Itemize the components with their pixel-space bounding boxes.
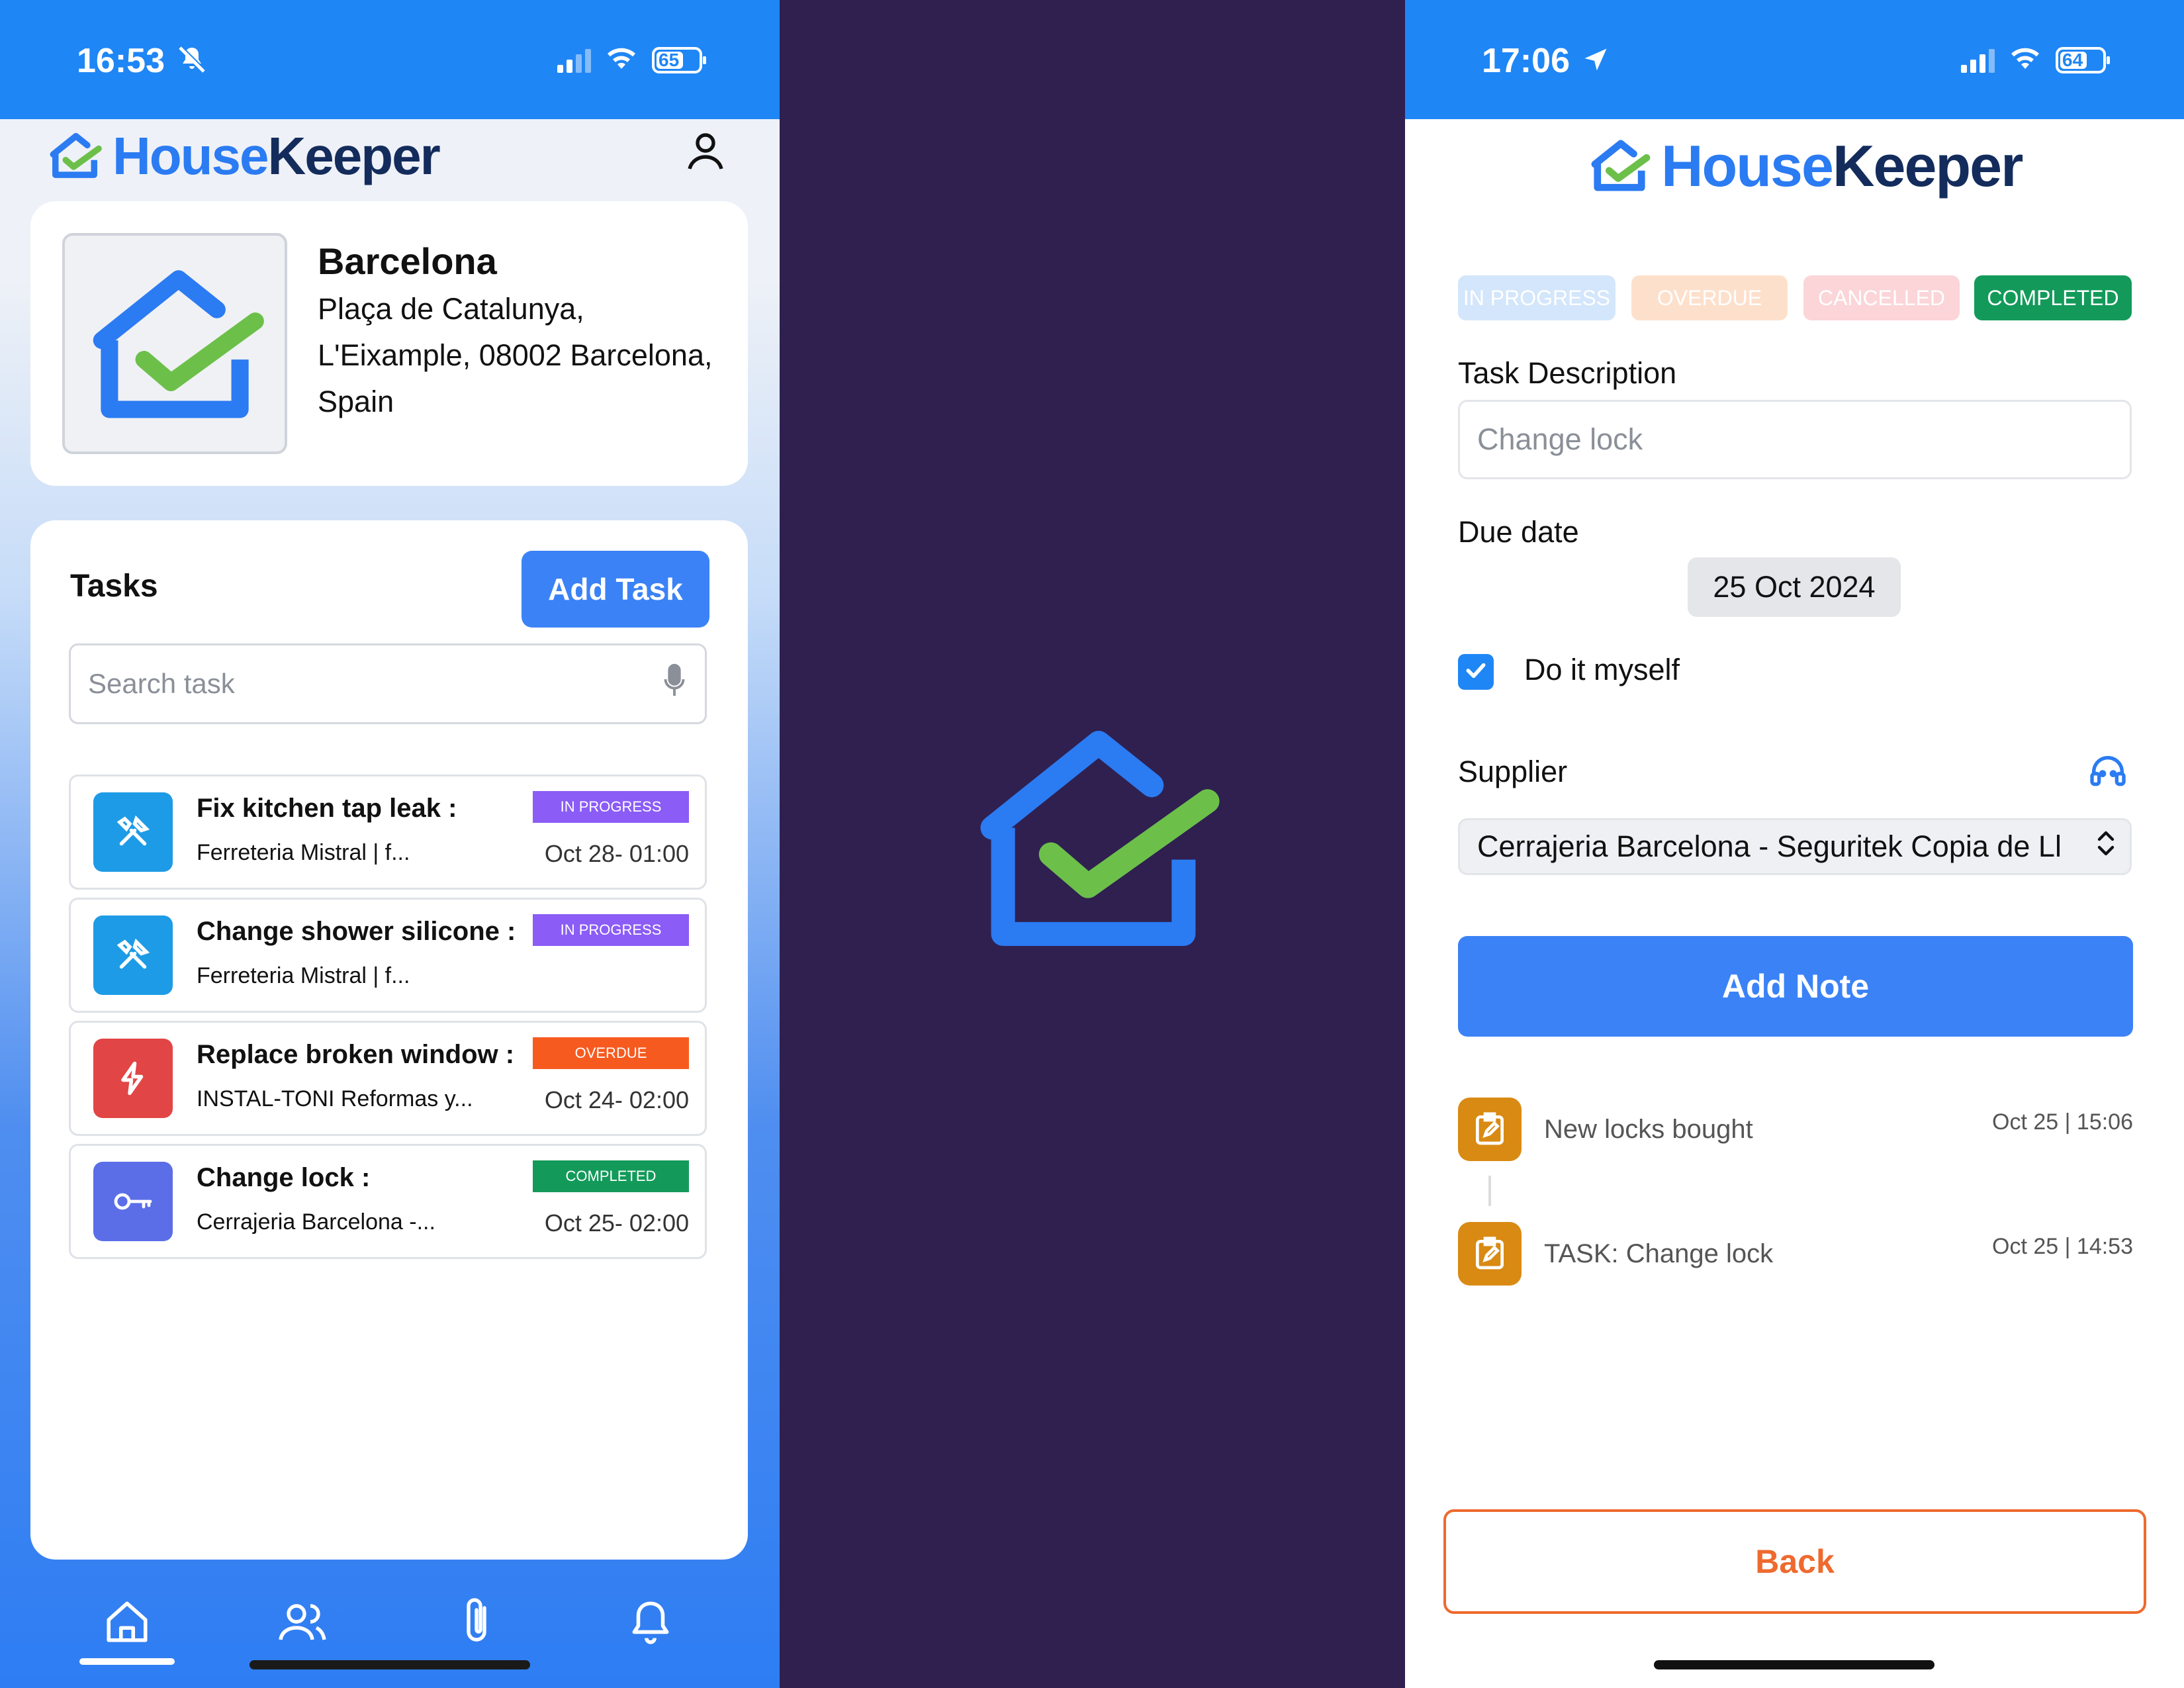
task-name: Change lock :	[197, 1163, 371, 1192]
brand-part2: Keeper	[1832, 133, 2023, 199]
task-row[interactable]: Fix kitchen tap leak : Ferreteria Mistra…	[69, 774, 707, 890]
due-date-value: 25 Oct 2024	[1713, 570, 1876, 604]
property-image	[62, 233, 287, 454]
note-edit-icon	[1458, 1098, 1522, 1161]
filter-cancelled[interactable]: CANCELLED	[1803, 275, 1960, 320]
nav-users-icon[interactable]	[273, 1592, 332, 1652]
tools-icon	[93, 915, 173, 995]
status-badge: OVERDUE	[533, 1037, 689, 1069]
filter-completed[interactable]: COMPLETED	[1974, 275, 2132, 320]
task-name: Fix kitchen tap leak :	[197, 794, 457, 823]
add-task-button[interactable]: Add Task	[522, 551, 709, 628]
nav-bell-icon[interactable]	[621, 1592, 680, 1652]
house-check-icon	[79, 259, 271, 428]
brand-part1: House	[113, 126, 269, 185]
supplier-value: Cerrajeria Barcelona - Seguritek Copia d…	[1477, 829, 2062, 863]
back-button[interactable]: Back	[1443, 1509, 2146, 1614]
property-card[interactable]: Barcelona Plaça de Catalunya, L'Eixample…	[30, 201, 748, 486]
supplier-label: Supplier	[1458, 755, 1568, 788]
app-logo: HouseKeeper	[46, 126, 441, 187]
task-date: Oct 28- 01:00	[544, 840, 689, 867]
status-time: 16:53	[77, 42, 165, 80]
task-name: Replace broken window :	[197, 1040, 515, 1069]
address-line: Spain	[318, 385, 394, 418]
add-note-button[interactable]: Add Note	[1458, 936, 2133, 1037]
house-check-icon	[1587, 137, 1652, 196]
key-icon	[93, 1162, 173, 1241]
address-line: L'Eixample, 08002 Barcelona,	[318, 338, 713, 372]
bottom-nav	[0, 1559, 780, 1688]
silent-bell-icon	[176, 44, 208, 79]
note-item[interactable]: New locks bought Oct 25 | 15:06	[1458, 1098, 2133, 1164]
due-date-label: Due date	[1458, 515, 1579, 549]
task-description-value: Change lock	[1477, 422, 1643, 456]
task-supplier: Cerrajeria Barcelona -...	[197, 1209, 435, 1235]
filter-in-progress[interactable]: IN PROGRESS	[1458, 275, 1615, 320]
status-bar: 17:06 64	[1405, 0, 2184, 119]
task-date: Oct 24- 02:00	[544, 1086, 689, 1113]
task-row[interactable]: Replace broken window : INSTAL-TONI Refo…	[69, 1021, 707, 1136]
app-logo: HouseKeeper	[1587, 132, 2023, 200]
due-date-picker[interactable]: 25 Oct 2024	[1688, 557, 1901, 617]
nav-home-icon[interactable]	[97, 1592, 157, 1652]
task-row[interactable]: Change shower silicone : Ferreteria Mist…	[69, 898, 707, 1013]
task-supplier: Ferreteria Mistral | f...	[197, 963, 410, 988]
splash-screen	[780, 0, 1405, 1688]
status-badge: IN PROGRESS	[533, 914, 689, 946]
property-address: Plaça de Catalunya, L'Eixample, 08002 Ba…	[318, 286, 741, 425]
microphone-icon[interactable]	[661, 663, 688, 705]
wifi-icon	[2008, 45, 2042, 75]
timeline-connector	[1488, 1176, 1491, 1206]
task-detail-screen: 17:06 64 HouseKeeper IN PROGRESS OVERDUE…	[1405, 0, 2184, 1688]
task-description-input[interactable]: Change lock	[1458, 400, 2132, 479]
signal-icon	[1961, 48, 1995, 73]
property-name: Barcelona	[318, 240, 497, 282]
brand-part1: House	[1661, 133, 1834, 199]
checkmark-icon	[1463, 657, 1489, 687]
battery-icon: 65	[652, 46, 706, 73]
search-input[interactable]: Search task	[69, 643, 707, 724]
home-indicator	[250, 1660, 530, 1669]
address-line: Plaça de Catalunya,	[318, 292, 584, 326]
lightning-icon	[93, 1039, 173, 1118]
task-row[interactable]: Change lock : Cerrajeria Barcelona -... …	[69, 1144, 707, 1259]
task-name: Change shower silicone :	[197, 917, 516, 946]
note-time: Oct 25 | 14:53	[1992, 1234, 2133, 1259]
note-time: Oct 25 | 15:06	[1992, 1109, 2133, 1135]
home-indicator	[1654, 1660, 1934, 1669]
profile-icon[interactable]	[682, 127, 729, 178]
home-screen: 16:53 65 HouseKeeper Barcelona Plaça de …	[0, 0, 780, 1688]
filter-overdue[interactable]: OVERDUE	[1631, 275, 1788, 320]
note-edit-icon	[1458, 1222, 1522, 1286]
house-check-icon	[954, 722, 1232, 953]
task-supplier: Ferreteria Mistral | f...	[197, 840, 410, 865]
tasks-card: Tasks Add Task Search task Fix kitchen t…	[30, 520, 748, 1560]
note-text: TASK: Change lock	[1544, 1239, 1774, 1268]
battery-icon: 64	[2056, 46, 2110, 73]
house-check-icon	[46, 130, 103, 183]
nav-paperclip-icon[interactable]	[447, 1592, 506, 1652]
task-description-label: Task Description	[1458, 356, 1677, 390]
tools-icon	[93, 792, 173, 872]
location-arrow-icon	[1581, 45, 1610, 77]
signal-icon	[557, 48, 591, 73]
task-date: Oct 25- 02:00	[544, 1209, 689, 1237]
supplier-select[interactable]: Cerrajeria Barcelona - Seguritek Copia d…	[1458, 818, 2132, 875]
do-it-myself-checkbox[interactable]	[1458, 654, 1494, 690]
support-agent-icon[interactable]	[2087, 751, 2129, 796]
status-badge: COMPLETED	[533, 1160, 689, 1192]
task-supplier: INSTAL-TONI Reformas y...	[197, 1086, 473, 1111]
brand-part2: Keeper	[267, 126, 441, 185]
search-placeholder: Search task	[88, 668, 235, 699]
wifi-icon	[604, 45, 639, 75]
status-badge: IN PROGRESS	[533, 791, 689, 823]
select-chevron-icon	[2094, 829, 2118, 865]
status-time: 17:06	[1482, 42, 1570, 80]
do-it-myself-label: Do it myself	[1524, 653, 1680, 686]
status-bar: 16:53 65	[0, 0, 780, 119]
nav-active-indicator	[79, 1658, 175, 1665]
note-item[interactable]: TASK: Change lock Oct 25 | 14:53	[1458, 1222, 2133, 1288]
tasks-title: Tasks	[70, 569, 158, 604]
note-text: New locks bought	[1544, 1115, 1753, 1144]
